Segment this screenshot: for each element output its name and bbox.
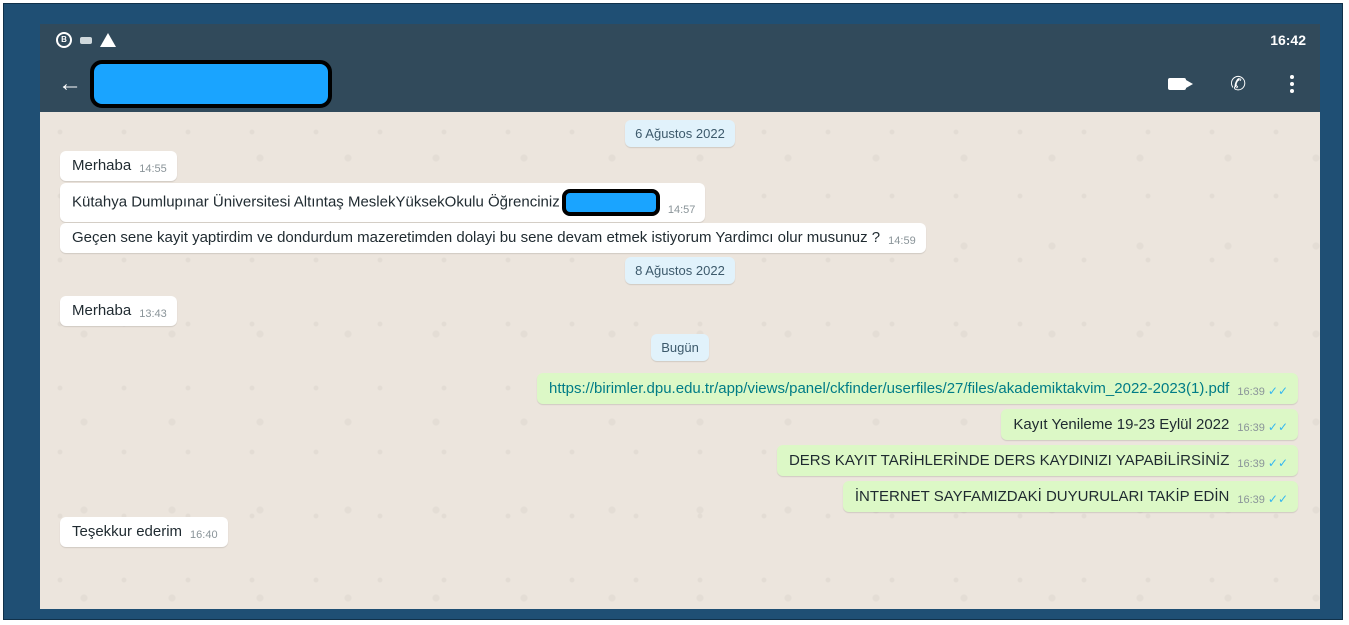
message-row: https://birimler.dpu.edu.tr/app/views/pa… (40, 370, 1320, 406)
chat-screen: B 16:42 ← ✆ 6 Ağustos 2022 Merhaba 14:55… (40, 24, 1320, 609)
read-ticks-icon: ✓✓ (1267, 419, 1288, 434)
b-icon: B (56, 32, 72, 48)
message-row: DERS KAYIT TARİHLERİNDE DERS KAYDINIZI Y… (40, 442, 1320, 478)
outgoing-message[interactable]: Kayıt Yenileme 19-23 Eylül 2022 16:39 ✓✓ (1001, 408, 1298, 440)
status-time: 16:42 (1270, 32, 1306, 48)
date-separator: 8 Ağustos 2022 (40, 256, 1320, 285)
read-ticks-icon: ✓✓ (1267, 383, 1288, 398)
arrow-left-icon[interactable]: ← (58, 70, 86, 98)
date-chip: Bugün (651, 334, 709, 361)
incoming-message[interactable]: Merhaba 14:55 (60, 151, 177, 181)
message-row: Kütahya Dumlupınar Üniversitesi Altıntaş… (40, 182, 1320, 222)
time-text: 16:39 (1237, 385, 1265, 398)
status-icons: B (56, 32, 116, 48)
message-text: Merhaba (72, 302, 132, 319)
header-actions: ✆ (1168, 75, 1302, 94)
message-time: 16:39 ✓✓ (1237, 382, 1288, 401)
outgoing-message[interactable]: https://birimler.dpu.edu.tr/app/views/pa… (537, 372, 1298, 404)
message-text: İNTERNET SAYFAMIZDAKİ DUYURULARI TAKİP E… (854, 487, 1230, 505)
message-time: 14:59 (888, 235, 916, 247)
screenshot-frame: B 16:42 ← ✆ 6 Ağustos 2022 Merhaba 14:55… (3, 3, 1343, 620)
outgoing-message[interactable]: DERS KAYIT TARİHLERİNDE DERS KAYDINIZI Y… (776, 444, 1298, 476)
redacted-contact-name[interactable] (90, 60, 332, 108)
message-row: Kayıt Yenileme 19-23 Eylül 2022 16:39 ✓✓ (40, 406, 1320, 442)
incoming-message[interactable]: Merhaba 13:43 (60, 296, 177, 326)
message-time: 16:39 ✓✓ (1237, 454, 1288, 473)
date-chip: 8 Ağustos 2022 (625, 257, 735, 284)
message-text: Merhaba (72, 157, 132, 174)
outgoing-message[interactable]: İNTERNET SAYFAMIZDAKİ DUYURULARI TAKİP E… (842, 480, 1298, 512)
message-time: 16:40 (190, 529, 218, 541)
message-time: 14:57 (667, 203, 696, 216)
message-text-content: Kütahya Dumlupınar Üniversitesi Altıntaş… (72, 192, 560, 210)
incoming-message[interactable]: Kütahya Dumlupınar Üniversitesi Altıntaş… (60, 182, 706, 222)
date-separator: 6 Ağustos 2022 (40, 119, 1320, 148)
message-text: DERS KAYIT TARİHLERİNDE DERS KAYDINIZI Y… (788, 451, 1230, 469)
message-row: Merhaba 13:43 (40, 293, 1320, 329)
phone-call-icon[interactable]: ✆ (1230, 75, 1246, 94)
redacted-student-name (561, 188, 660, 216)
message-time: 13:43 (139, 308, 167, 320)
message-text: Teşekkur ederim (72, 523, 183, 540)
more-vert-icon[interactable] (1290, 75, 1294, 93)
time-text: 16:39 (1237, 457, 1265, 470)
date-separator: Bugün (40, 333, 1320, 362)
message-icon (80, 36, 92, 44)
incoming-message[interactable]: Teşekkur ederim 16:40 (60, 517, 228, 547)
message-time: 16:39 ✓✓ (1237, 418, 1288, 437)
message-text: Kütahya Dumlupınar Üniversitesi Altıntaş… (72, 188, 660, 216)
message-time: 14:55 (139, 163, 167, 175)
warning-icon (100, 33, 116, 47)
read-ticks-icon: ✓✓ (1267, 455, 1288, 470)
video-call-icon[interactable] (1168, 78, 1194, 90)
message-text: Kayıt Yenileme 19-23 Eylül 2022 (1013, 415, 1230, 433)
time-text: 16:39 (1237, 421, 1265, 434)
incoming-message[interactable]: Geçen sene kayit yaptirdim ve dondurdum … (60, 223, 926, 253)
date-chip: 6 Ağustos 2022 (625, 120, 735, 147)
status-bar: B 16:42 (40, 24, 1320, 56)
message-list[interactable]: 6 Ağustos 2022 Merhaba 14:55 Kütahya Dum… (40, 112, 1320, 609)
read-ticks-icon: ✓✓ (1267, 491, 1288, 506)
message-row: Teşekkur ederim 16:40 (40, 514, 1320, 550)
time-text: 16:39 (1237, 493, 1265, 506)
message-time: 16:39 ✓✓ (1237, 490, 1288, 509)
message-row: İNTERNET SAYFAMIZDAKİ DUYURULARI TAKİP E… (40, 478, 1320, 514)
message-row: Geçen sene kayit yaptirdim ve dondurdum … (40, 220, 1320, 256)
message-link[interactable]: https://birimler.dpu.edu.tr/app/views/pa… (549, 380, 1229, 398)
chat-header: ← ✆ (40, 56, 1320, 112)
message-text: Geçen sene kayit yaptirdim ve dondurdum … (72, 229, 881, 246)
message-row: Merhaba 14:55 (40, 148, 1320, 184)
